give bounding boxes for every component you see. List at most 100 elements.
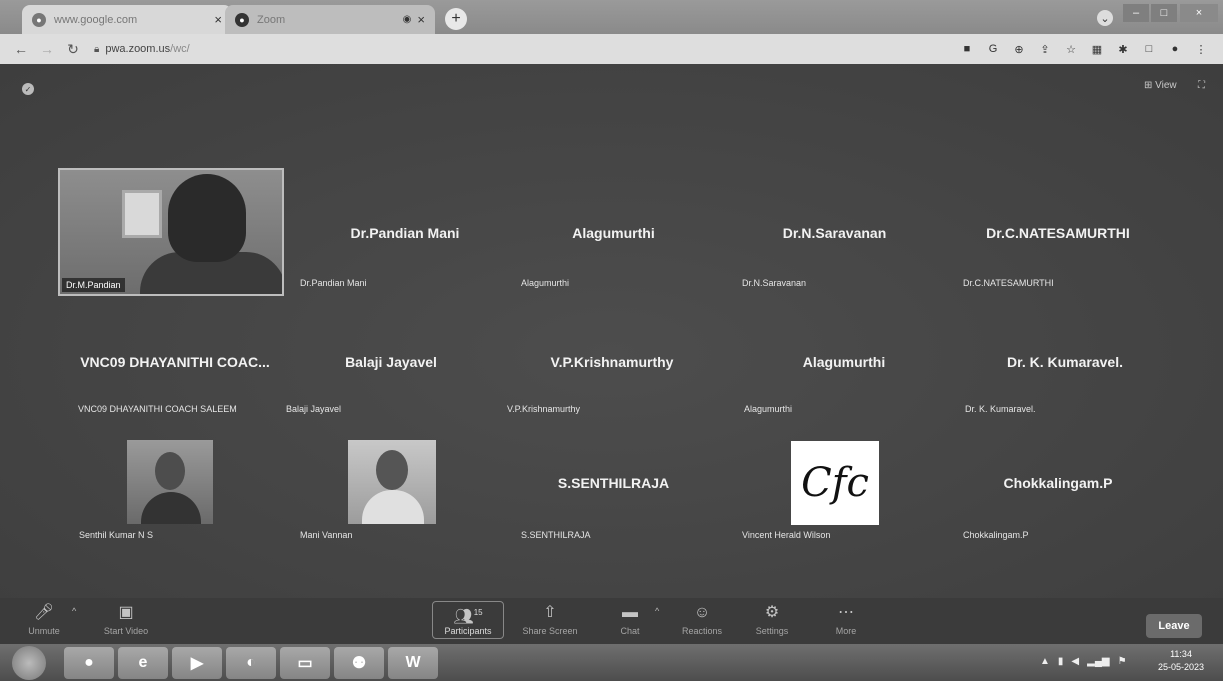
lock-icon: 🔒︎ [94, 43, 100, 55]
participant-name-label: V.P.Krishnamurthy [507, 404, 581, 414]
participant-display-name: Dr.C.NATESAMURTHI [986, 225, 1130, 241]
profile-avatar-icon[interactable]: ● [1167, 41, 1183, 57]
participant-display-name: VNC09 DHAYANITHI COAC... [80, 354, 270, 370]
participant-name-label: Dr.N.Saravanan [742, 278, 807, 288]
menu-dots-icon[interactable]: ⋮ [1193, 41, 1209, 57]
word-icon[interactable]: W [388, 647, 438, 679]
gear-icon: ⚙ [764, 604, 780, 621]
start-video-button[interactable]: ▣ Start Video [90, 602, 162, 636]
participant-display-name: V.P.Krishnamurthy [550, 354, 674, 370]
view-button[interactable]: ⊞ View [1144, 80, 1177, 91]
puzzle-icon[interactable]: ✱ [1115, 41, 1131, 57]
participant-tile[interactable]: Chokkalingam.P Chokkalingam.P [963, 475, 1153, 545]
flag-icon[interactable]: ⚑ [1118, 656, 1127, 667]
extensions-bar: ■ G ⊕ ⇪ ☆ ▦ ✱ □ ● ⋮ [959, 34, 1209, 64]
network-icon[interactable]: ▮ [1058, 656, 1064, 667]
share-screen-button[interactable]: ⇧ Share Screen [514, 602, 586, 636]
file-explorer-icon[interactable]: ▭ [280, 647, 330, 679]
participant-name-label: S.SENTHILRAJA [521, 530, 591, 540]
participant-name-label: Alagumurthi [744, 404, 793, 414]
camera-icon[interactable]: ■ [959, 41, 975, 57]
tab-title: www.google.com [54, 13, 138, 26]
participant-tile[interactable]: Dr.N.Saravanan Dr.N.Saravanan [742, 225, 927, 295]
participant-name-label: Balaji Jayavel [286, 404, 342, 414]
participant-tile[interactable]: VNC09 DHAYANITHI COAC... VNC09 DHAYANITH… [75, 354, 275, 424]
reactions-button[interactable]: ☺ Reactions [666, 602, 738, 636]
participant-video-tile[interactable]: Dr.M.Pandian [58, 168, 284, 296]
globe-icon: ● [32, 12, 46, 27]
participant-name-label: Mani Vannan [300, 530, 353, 540]
close-icon[interactable]: × [417, 12, 425, 27]
participant-display-name: Balaji Jayavel [345, 354, 437, 370]
participant-name-label: Dr.M.Pandian [62, 278, 125, 292]
close-window-button[interactable]: × [1180, 4, 1218, 22]
participant-logo-cfc[interactable]: Cfc [791, 441, 879, 525]
settings-label: Settings [755, 626, 789, 636]
os-taskbar: ● e ▶ ◐ ▭ ⚉ W ▲ ▮ ◀ ▂▄▆ ⚑ 11:34 25-05-20… [0, 644, 1223, 681]
participant-tile[interactable]: Balaji Jayavel Balaji Jayavel [286, 354, 496, 424]
users-icon[interactable]: ⚉ [334, 647, 384, 679]
chrome-icon[interactable]: ● [64, 647, 114, 679]
participant-display-name: Alagumurthi [572, 225, 655, 241]
zoom-icon: ● [235, 12, 249, 27]
participant-photo[interactable] [127, 440, 213, 524]
new-tab-button[interactable]: + [445, 8, 467, 30]
participant-tile[interactable]: V.P.Krishnamurthy V.P.Krishnamurthy [507, 354, 717, 424]
clock-time: 11:34 [1170, 649, 1192, 659]
reactions-label: Reactions [681, 626, 723, 636]
participant-name-label: Dr.Pandian Mani [300, 278, 367, 288]
more-button[interactable]: ⋯ More [810, 602, 882, 636]
participant-name-label: Chokkalingam.P [963, 530, 1029, 540]
clock-date: 25-05-2023 [1158, 662, 1205, 672]
leave-button[interactable]: Leave [1146, 614, 1202, 638]
google-icon[interactable]: G [985, 41, 1001, 57]
participant-name-label: Vincent Herald Wilson [742, 530, 831, 540]
window-background [122, 190, 162, 238]
close-icon[interactable]: × [214, 12, 222, 27]
volume-icon[interactable]: ◀ [1071, 656, 1079, 667]
minimize-button[interactable]: – [1123, 4, 1149, 22]
internet-explorer-icon[interactable]: e [118, 647, 168, 679]
sidebar-icon[interactable]: □ [1141, 41, 1157, 57]
start-button[interactable] [12, 646, 46, 680]
chevron-up-icon[interactable]: ^ [655, 606, 659, 616]
media-player-icon[interactable]: ▶ [172, 647, 222, 679]
share-icon[interactable]: ⇪ [1037, 41, 1053, 57]
participants-button[interactable]: 👥︎15 Participants [432, 601, 504, 639]
participant-display-name: Dr.N.Saravanan [782, 225, 887, 241]
participant-head [155, 452, 185, 490]
participant-tile[interactable]: Dr. K. Kumaravel. Dr. K. Kumaravel. [965, 354, 1165, 424]
participant-name-label: Dr. K. Kumaravel. [965, 404, 1036, 414]
translate-icon[interactable]: ⊕ [1011, 41, 1027, 57]
reload-icon[interactable]: ↻ [60, 41, 86, 58]
url-path: /wc/ [170, 43, 190, 55]
participant-display-name: Chokkalingam.P [1003, 475, 1113, 491]
tray-arrow-icon[interactable]: ▲ [1040, 656, 1050, 667]
signal-icon[interactable]: ▂▄▆ [1087, 656, 1109, 667]
settings-button[interactable]: ⚙ Settings [736, 602, 808, 636]
fullscreen-icon[interactable]: ⛶ [1198, 80, 1205, 91]
tab-zoom[interactable]: ● Zoom ◉ × [225, 5, 435, 34]
participant-photo[interactable] [348, 440, 436, 524]
chrome-window-icon[interactable]: ◐ [226, 647, 276, 679]
participant-tile[interactable]: Dr.C.NATESAMURTHI Dr.C.NATESAMURTHI [963, 225, 1153, 295]
participant-tile[interactable]: Dr.Pandian Mani Dr.Pandian Mani [300, 225, 510, 295]
tab-google[interactable]: ● www.google.com × [22, 5, 232, 34]
system-clock[interactable]: 11:34 25-05-2023 [1158, 648, 1204, 674]
tab-search-icon[interactable]: ⌄ [1097, 10, 1113, 26]
url-field[interactable]: 🔒︎ pwa.zoom.us/wc/ [94, 43, 190, 55]
more-dots-icon: ⋯ [838, 604, 854, 621]
participant-tile[interactable]: S.SENTHILRAJA S.SENTHILRAJA [521, 475, 706, 545]
participant-tile[interactable]: Alagumurthi Alagumurthi [521, 225, 706, 295]
extension-icon[interactable]: ▦ [1089, 41, 1105, 57]
security-shield-icon[interactable]: ✓ [22, 83, 34, 95]
participant-name-label: Senthil Kumar N S [79, 530, 154, 540]
chevron-up-icon[interactable]: ^ [72, 606, 76, 616]
participant-tile[interactable]: Alagumurthi Alagumurthi [744, 354, 944, 424]
tab-title: Zoom [257, 13, 286, 26]
bookmark-star-icon[interactable]: ☆ [1063, 41, 1079, 57]
unmute-button[interactable]: 🎤︎ Unmute [8, 602, 80, 636]
back-icon[interactable]: ← [8, 41, 34, 57]
forward-icon[interactable]: → [34, 41, 60, 57]
maximize-button[interactable]: □ [1151, 4, 1177, 22]
